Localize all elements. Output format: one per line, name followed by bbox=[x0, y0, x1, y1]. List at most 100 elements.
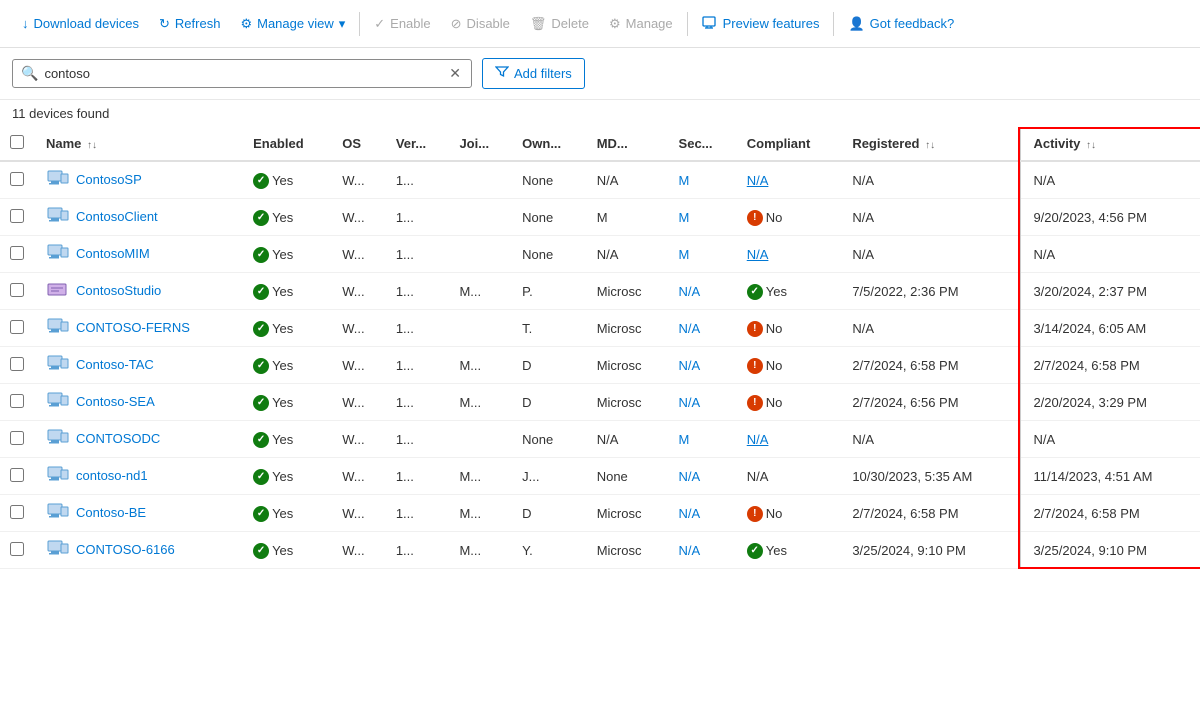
table-row: ContosoClient ✓ Yes W... 1... None M M !… bbox=[0, 199, 1200, 236]
col-header-name[interactable]: Name ↑↓ bbox=[36, 127, 243, 161]
enabled-cell: ✓ Yes bbox=[243, 421, 332, 458]
device-name-link[interactable]: ContosoStudio bbox=[76, 283, 161, 298]
activity-cell: N/A bbox=[1020, 236, 1200, 273]
os-cell: W... bbox=[332, 532, 386, 569]
enabled-cell: ✓ Yes bbox=[243, 347, 332, 384]
select-all-checkbox[interactable] bbox=[10, 135, 24, 149]
row-checkbox[interactable] bbox=[10, 246, 24, 260]
compliant-cell: N/A bbox=[737, 458, 843, 495]
add-filters-button[interactable]: Add filters bbox=[482, 58, 585, 89]
row-checkbox[interactable] bbox=[10, 283, 24, 297]
registered-sort-icon: ↑↓ bbox=[925, 140, 935, 151]
device-name-link[interactable]: CONTOSODC bbox=[76, 431, 160, 446]
device-icon bbox=[46, 206, 70, 226]
device-name-link[interactable]: ContosoClient bbox=[76, 209, 158, 224]
enabled-status: ✓ Yes bbox=[253, 506, 293, 522]
device-name-link[interactable]: Contoso-SEA bbox=[76, 394, 155, 409]
enabled-cell: ✓ Yes bbox=[243, 199, 332, 236]
ver-cell: 1... bbox=[386, 495, 450, 532]
manage-button[interactable]: ⚙ Manage bbox=[599, 10, 683, 38]
md-cell: Microsc bbox=[587, 384, 669, 421]
device-name-cell: ContosoSP bbox=[36, 161, 243, 199]
download-devices-button[interactable]: ↓ Download devices bbox=[12, 10, 149, 37]
device-icon bbox=[46, 317, 70, 337]
row-checkbox[interactable] bbox=[10, 468, 24, 482]
enabled-status: ✓ Yes bbox=[253, 284, 293, 300]
row-checkbox[interactable] bbox=[10, 209, 24, 223]
row-checkbox[interactable] bbox=[10, 431, 24, 445]
device-icon bbox=[46, 280, 70, 300]
md-cell: N/A bbox=[587, 421, 669, 458]
joi-cell: M... bbox=[449, 495, 512, 532]
os-cell: W... bbox=[332, 421, 386, 458]
ver-cell: 1... bbox=[386, 421, 450, 458]
table-row: contoso-nd1 ✓ Yes W... 1... M... J... No… bbox=[0, 458, 1200, 495]
device-icon bbox=[46, 243, 70, 263]
col-header-registered[interactable]: Registered ↑↓ bbox=[842, 127, 1020, 161]
registered-cell: 2/7/2024, 6:58 PM bbox=[842, 495, 1020, 532]
preview-features-button[interactable]: Preview features bbox=[692, 8, 830, 39]
device-name-cell: CONTOSO-FERNS bbox=[36, 310, 243, 347]
row-checkbox[interactable] bbox=[10, 505, 24, 519]
registered-cell: 2/7/2024, 6:56 PM bbox=[842, 384, 1020, 421]
row-checkbox[interactable] bbox=[10, 357, 24, 371]
registered-cell: N/A bbox=[842, 310, 1020, 347]
device-icon bbox=[46, 428, 70, 448]
enabled-cell: ✓ Yes bbox=[243, 384, 332, 421]
enable-button[interactable]: ✓ Enable bbox=[364, 10, 440, 38]
enabled-cell: ✓ Yes bbox=[243, 236, 332, 273]
search-clear-button[interactable]: ✕ bbox=[447, 65, 463, 82]
ver-cell: 1... bbox=[386, 384, 450, 421]
download-devices-label: Download devices bbox=[34, 16, 140, 31]
col-header-md: MD... bbox=[587, 127, 669, 161]
row-checkbox-cell bbox=[0, 236, 36, 273]
devices-tbody: ContosoSP ✓ Yes W... 1... None N/A M N/A… bbox=[0, 161, 1200, 569]
col-header-compliant: Compliant bbox=[737, 127, 843, 161]
chevron-down-icon: ▾ bbox=[339, 16, 346, 32]
table-row: ContosoStudio ✓ Yes W... 1... M... P. Mi… bbox=[0, 273, 1200, 310]
search-input[interactable] bbox=[44, 66, 447, 81]
device-icon bbox=[46, 539, 70, 559]
activity-cell: 3/20/2024, 2:37 PM bbox=[1020, 273, 1200, 310]
manage-gear-icon: ⚙ bbox=[609, 16, 621, 32]
device-name-link[interactable]: Contoso-BE bbox=[76, 505, 146, 520]
delete-button[interactable]: 🗑 Delete bbox=[520, 10, 599, 38]
ver-cell: 1... bbox=[386, 532, 450, 569]
device-name-link[interactable]: ContosoSP bbox=[76, 172, 142, 187]
device-name-cell: Contoso-SEA bbox=[36, 384, 243, 421]
manage-view-button[interactable]: ⚙ Manage view ▾ bbox=[230, 10, 355, 38]
delete-label: Delete bbox=[551, 16, 589, 31]
row-checkbox[interactable] bbox=[10, 394, 24, 408]
disable-button[interactable]: ⊘ Disable bbox=[441, 10, 520, 38]
got-feedback-label: Got feedback? bbox=[870, 16, 955, 31]
col-header-activity[interactable]: Activity ↑↓ bbox=[1020, 127, 1200, 161]
device-name-link[interactable]: CONTOSO-6166 bbox=[76, 542, 175, 557]
row-checkbox[interactable] bbox=[10, 320, 24, 334]
compliant-cell: ✓ Yes bbox=[737, 273, 843, 310]
got-feedback-button[interactable]: 👤 Got feedback? bbox=[838, 10, 964, 38]
activity-cell: 11/14/2023, 4:51 AM bbox=[1020, 458, 1200, 495]
refresh-icon: ↻ bbox=[159, 16, 170, 32]
ver-cell: 1... bbox=[386, 347, 450, 384]
registered-cell: N/A bbox=[842, 199, 1020, 236]
md-cell: N/A bbox=[587, 236, 669, 273]
device-name-link[interactable]: CONTOSO-FERNS bbox=[76, 320, 190, 335]
enabled-status: ✓ Yes bbox=[253, 358, 293, 374]
col-header-sec: Sec... bbox=[669, 127, 737, 161]
enabled-status: ✓ Yes bbox=[253, 395, 293, 411]
device-name-link[interactable]: contoso-nd1 bbox=[76, 468, 148, 483]
row-checkbox-cell bbox=[0, 310, 36, 347]
col-header-own: Own... bbox=[512, 127, 587, 161]
device-name-cell: Contoso-BE bbox=[36, 495, 243, 532]
device-name-cell: ContosoStudio bbox=[36, 273, 243, 310]
refresh-button[interactable]: ↻ Refresh bbox=[149, 10, 230, 38]
row-checkbox[interactable] bbox=[10, 172, 24, 186]
feedback-icon: 👤 bbox=[848, 16, 864, 32]
enabled-status: ✓ Yes bbox=[253, 432, 293, 448]
device-name-link[interactable]: Contoso-TAC bbox=[76, 357, 154, 372]
device-name-link[interactable]: ContosoMIM bbox=[76, 246, 150, 261]
ver-cell: 1... bbox=[386, 310, 450, 347]
row-checkbox[interactable] bbox=[10, 542, 24, 556]
own-cell: P. bbox=[512, 273, 587, 310]
enabled-cell: ✓ Yes bbox=[243, 161, 332, 199]
